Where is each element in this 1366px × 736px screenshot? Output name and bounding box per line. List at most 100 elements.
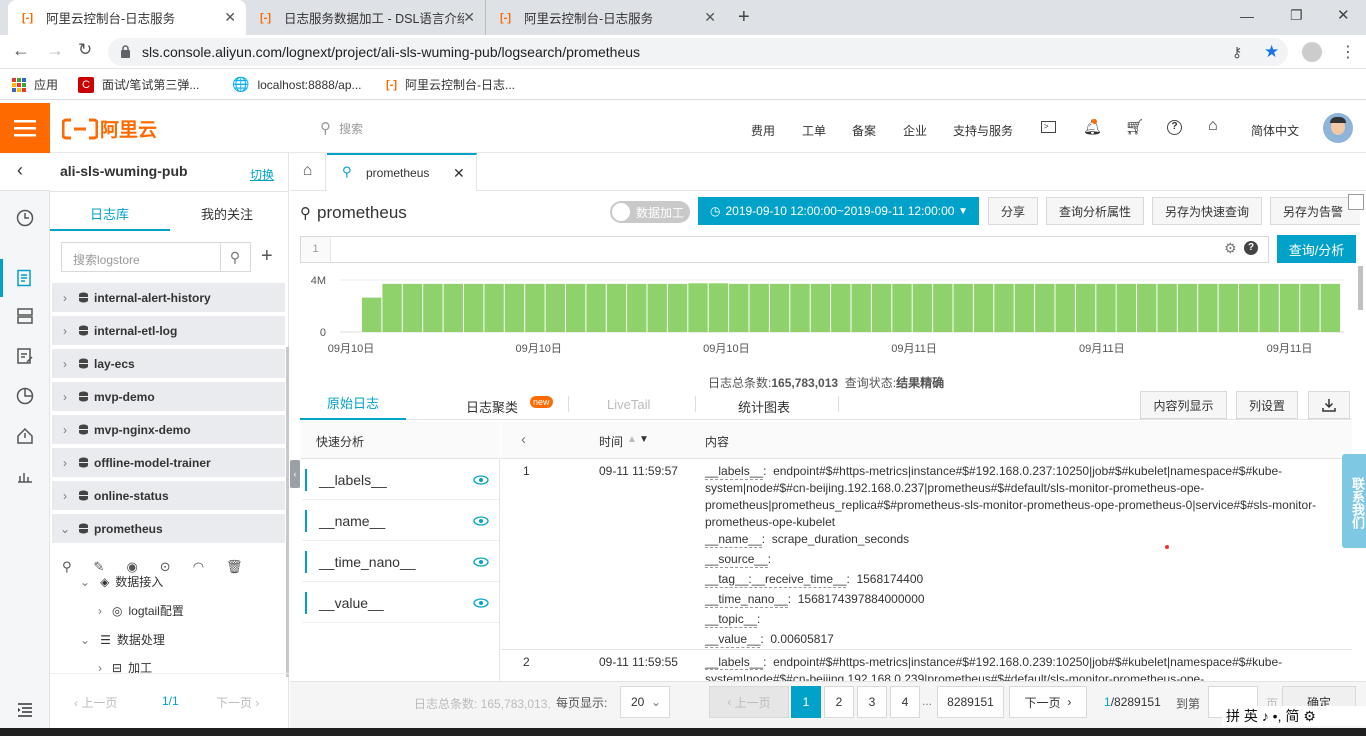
nav-icp[interactable]: 备案 (852, 122, 876, 139)
log-labels-line[interactable]: prometheus|prometheus_replica#$#promethe… (705, 498, 1316, 512)
time-range-picker[interactable]: ◷ 2019-09-10 12:00:00~2019-09-11 12:00:0… (698, 197, 979, 225)
tab-log-cluster[interactable]: 日志聚类 (466, 397, 518, 416)
field-name-row[interactable]: __name__ (302, 501, 499, 541)
log-key[interactable]: __tag__:__receive_time__ (705, 572, 847, 588)
add-logstore-icon[interactable]: + (261, 245, 273, 268)
eye-icon[interactable] (473, 515, 489, 526)
home-tab-icon[interactable]: ⌂ (290, 153, 326, 191)
log-value[interactable]: endpoint#$#https-metrics|instance#$#192.… (773, 655, 1282, 669)
tab-raw-logs[interactable]: 原始日志 (300, 392, 406, 420)
page-2-button[interactable]: 2 (824, 686, 854, 718)
next-page-button[interactable]: 下一页 › (1009, 686, 1087, 718)
chevron-down-icon[interactable]: ⌄ (52, 522, 78, 536)
edit-doc-icon[interactable] (16, 347, 34, 365)
forward-icon[interactable]: → (46, 40, 64, 61)
logstore-item[interactable]: › lay-ecs (52, 349, 285, 379)
tab-prometheus[interactable]: ⚲ prometheus ✕ (327, 153, 477, 191)
collapse-panel-handle[interactable]: ‹ (290, 460, 300, 488)
home-icon[interactable]: ⌂ (1208, 117, 1218, 135)
reload-icon[interactable]: ↻ (78, 40, 92, 60)
field-labels[interactable]: __labels__ (302, 460, 499, 500)
logstore-item[interactable]: › online-status (52, 481, 285, 511)
dashboard-icon[interactable] (16, 467, 34, 485)
switch-project-link[interactable]: 切换 (250, 166, 274, 183)
prev-page-button[interactable]: ‹ 上一页 (74, 694, 117, 711)
log-labels-line[interactable]: system|node#$#cn-beijing.192.168.0.237|p… (705, 481, 1204, 495)
log-key[interactable]: __topic__ (705, 612, 758, 628)
log-key[interactable]: __labels__ (705, 655, 764, 670)
page-3-button[interactable]: 3 (857, 686, 887, 718)
nav-billing[interactable]: 费用 (751, 122, 775, 139)
help-icon[interactable]: ? (1167, 120, 1182, 135)
search-icon[interactable]: ⚲ (220, 242, 251, 272)
chevron-right-icon[interactable]: › (52, 456, 78, 470)
logstore-item[interactable]: ⌄ prometheus (52, 514, 285, 544)
alert-house-icon[interactable] (16, 427, 34, 445)
clock-icon[interactable] (16, 209, 34, 227)
bookmark-star-icon[interactable]: ★ (1264, 42, 1279, 62)
profile-avatar-icon[interactable] (1302, 42, 1322, 62)
minimize-icon[interactable]: — (1240, 8, 1254, 24)
global-search[interactable]: ⚲ 搜索 (320, 119, 363, 137)
browser-tab[interactable]: [-] 日志服务数据加工 - DSL语言介绍 ✕ (246, 0, 486, 35)
main-scrollbar[interactable] (1358, 266, 1363, 310)
last-page-button[interactable]: 8289151 (937, 686, 1004, 718)
nav-support[interactable]: 支持与服务 (953, 122, 1013, 139)
column-settings-button[interactable]: 列设置 (1236, 391, 1298, 419)
log-labels-line[interactable]: prometheus-ope-kubelet (705, 515, 835, 529)
field-time-nano[interactable]: __time_nano__ (302, 542, 499, 582)
tab-livetail[interactable]: LiveTail (607, 397, 650, 412)
checkbox[interactable] (1348, 194, 1364, 210)
log-value[interactable]: scrape_duration_seconds (772, 532, 909, 546)
logstore-item[interactable]: › mvp-nginx-demo (52, 415, 285, 445)
bookmark-item[interactable]: 🌐 localhost:8888/ap... (232, 76, 362, 93)
tab-my-favorites[interactable]: 我的关注 (201, 204, 253, 223)
bookmark-item[interactable]: [-] 阿里云控制台-日志... (386, 76, 515, 93)
back-icon[interactable]: ← (12, 40, 30, 61)
log-document-icon[interactable] (16, 269, 34, 287)
menu-toggle-button[interactable] (0, 103, 50, 153)
logstore-item[interactable]: › offline-model-trainer (52, 448, 285, 478)
panel-scrollbar[interactable] (286, 347, 289, 677)
log-value[interactable]: 1568174397884000000 (798, 592, 925, 606)
chevron-right-icon[interactable]: › (52, 291, 78, 305)
query-properties-button[interactable]: 查询分析属性 (1046, 197, 1144, 225)
contact-us-button[interactable]: 联系我们 (1342, 454, 1366, 548)
settings-gear-icon[interactable]: ⚙ (1224, 240, 1237, 257)
download-button[interactable] (1308, 391, 1350, 419)
close-tab-icon[interactable]: ✕ (453, 165, 465, 182)
back-button[interactable]: ‹ (0, 153, 50, 191)
field-value[interactable]: __value__ (302, 583, 499, 623)
next-page-button[interactable]: 下一页 › (216, 694, 259, 711)
data-etl-toggle[interactable]: 数据加工 (610, 201, 690, 223)
search-log-icon[interactable]: ⚲ (62, 559, 72, 575)
sort-desc-icon[interactable]: ▼ (639, 434, 649, 445)
log-value[interactable]: endpoint#$#https-metrics|instance#$#192.… (773, 464, 1282, 478)
chevron-right-icon[interactable]: › (52, 357, 78, 371)
tab-charts[interactable]: 统计图表 (738, 397, 790, 416)
logstore-item[interactable]: › internal-alert-history (52, 283, 285, 313)
log-key[interactable]: __name__ (705, 532, 762, 548)
url-field[interactable]: sls.console.aliyun.com/lognext/project/a… (108, 38, 1288, 66)
help-icon[interactable]: ? (1244, 241, 1258, 255)
sort-asc-icon[interactable]: ▲ (627, 434, 637, 445)
nav-ticket[interactable]: 工单 (802, 122, 826, 139)
browser-tab[interactable]: [-] 阿里云控制台-日志服务 ✕ (486, 0, 726, 35)
ime-toolbar[interactable]: 拼 英 ♪ •, 简 ⚙ (1222, 706, 1366, 726)
storage-icon[interactable] (16, 307, 34, 325)
share-button[interactable]: 分享 (988, 197, 1038, 225)
logstore-search-input[interactable]: 搜索logstore (61, 242, 221, 272)
log-key[interactable]: __labels__ (705, 464, 764, 480)
log-labels-line[interactable]: system|node#$#cn-beijing.192.168.0.239|p… (705, 672, 1204, 681)
page-1-button[interactable]: 1 (791, 686, 821, 718)
content-column-display-button[interactable]: 内容列显示 (1140, 391, 1227, 419)
user-avatar[interactable] (1323, 113, 1353, 143)
delete-icon[interactable]: 🗑︎ (226, 559, 243, 575)
log-key[interactable]: __value__ (705, 632, 761, 648)
eye-icon[interactable] (473, 474, 489, 485)
chevron-right-icon[interactable]: › (52, 324, 78, 338)
cart-icon[interactable]: 🛒︎ (1125, 118, 1144, 136)
nav-enterprise[interactable]: 企业 (903, 122, 927, 139)
new-tab-icon[interactable]: + (738, 6, 750, 29)
log-value[interactable]: 0.00605817 (770, 632, 833, 646)
